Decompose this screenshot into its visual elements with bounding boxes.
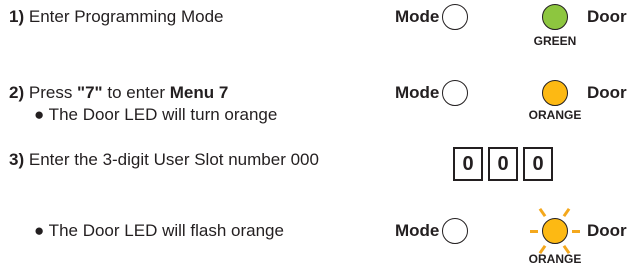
mode-led-off [442, 80, 468, 106]
door-label: Door [587, 221, 627, 240]
flash-ray-top-left [538, 207, 547, 218]
step-2-text-mid: to enter [102, 83, 170, 102]
step-1-text: Enter Programming Mode [28, 7, 224, 26]
user-slot-digit-3: 0 [523, 147, 553, 181]
user-slot-digit-1: 0 [453, 147, 483, 181]
flash-ray-top-right [562, 207, 571, 218]
flash-ray-left [530, 230, 538, 233]
user-slot-digit-2: 0 [488, 147, 518, 181]
step-2-menu: Menu 7 [169, 83, 229, 102]
flash-ray-right [572, 230, 580, 233]
mode-label: Mode [395, 221, 440, 240]
step-2-number: 2) [9, 83, 25, 102]
mode-led-off [442, 218, 468, 244]
step-3-text: Enter the 3-digit User Slot number 000 [28, 150, 319, 169]
step-2-text-pre: Press [28, 83, 78, 102]
step-3-bullet: ● The Door LED will flash orange [34, 221, 284, 240]
step-1-instruction: 1) Enter Programming Mode [9, 7, 224, 27]
door-led-orange [542, 80, 568, 106]
door-label: Door [587, 83, 627, 102]
step-1-number: 1) [9, 7, 25, 26]
door-led-caption-orange: ORANGE [528, 252, 582, 266]
step-3-instruction: 3) Enter the 3-digit User Slot number 00… [9, 150, 319, 170]
mode-led-off [442, 4, 468, 30]
mode-label: Mode [395, 83, 440, 102]
step-3-number: 3) [9, 150, 25, 169]
step-2-bullet: ● The Door LED will turn orange [34, 105, 278, 124]
door-label: Door [587, 7, 627, 26]
door-led-green [542, 4, 568, 30]
door-led-orange-flashing [542, 218, 568, 244]
door-led-caption-orange: ORANGE [528, 108, 582, 122]
step-2-instruction: 2) Press "7" to enter Menu 7 [9, 83, 228, 103]
mode-label: Mode [395, 7, 440, 26]
door-led-caption-green: GREEN [533, 34, 577, 48]
step-2-key: "7" [77, 83, 103, 102]
